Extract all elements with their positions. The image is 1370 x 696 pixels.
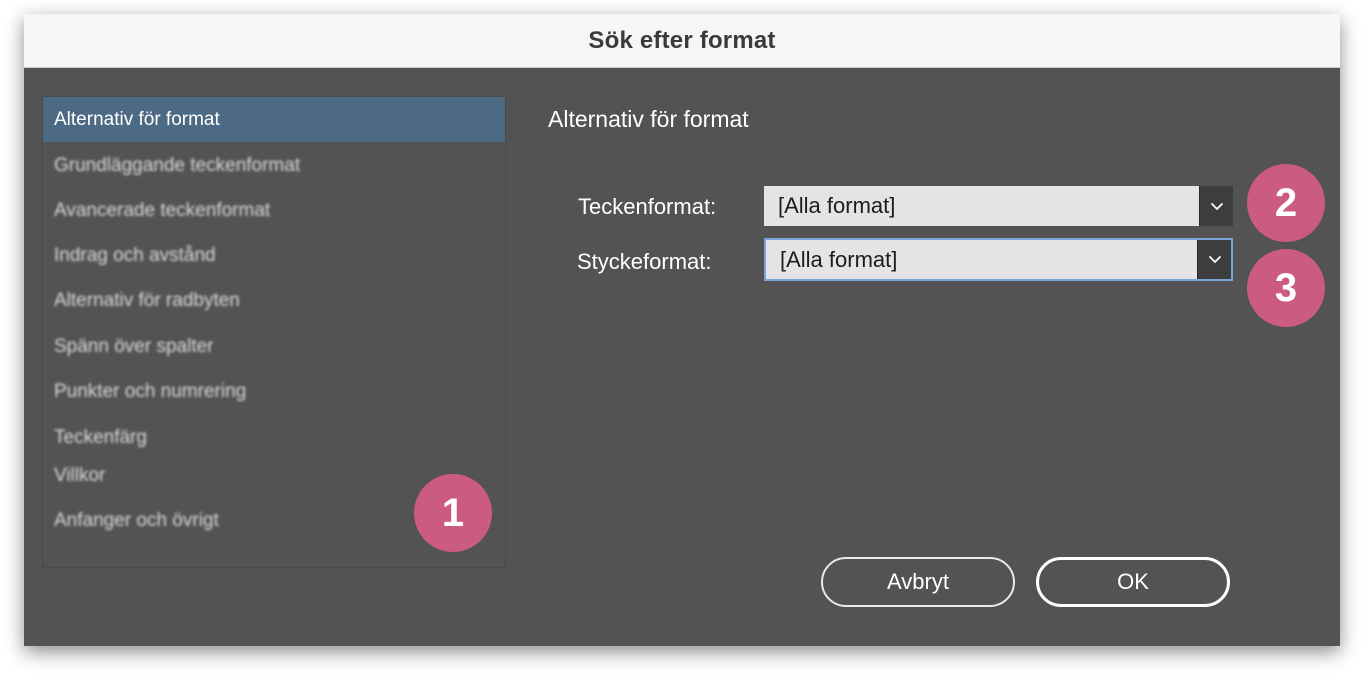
character-style-select[interactable]: [Alla format] bbox=[764, 186, 1233, 226]
ok-button[interactable]: OK bbox=[1036, 557, 1230, 607]
category-item-bullets-numbering[interactable]: Punkter och numrering bbox=[43, 369, 505, 414]
callout-badge-1: 1 bbox=[414, 474, 492, 552]
character-style-label: Teckenformat: bbox=[578, 194, 717, 219]
callout-badge-2: 2 bbox=[1247, 164, 1325, 242]
title-bar[interactable]: Sök efter format bbox=[24, 14, 1340, 68]
category-item-span-columns[interactable]: Spänn över spalter bbox=[43, 324, 505, 369]
paragraph-style-label: Styckeformat: bbox=[577, 249, 712, 274]
dialog-title: Sök efter format bbox=[588, 26, 776, 54]
paragraph-style-value: [Alla format] bbox=[780, 246, 898, 272]
section-heading: Alternativ för format bbox=[548, 106, 749, 132]
category-item-format-options[interactable]: Alternativ för format bbox=[43, 97, 505, 142]
category-item-advanced-character-formats[interactable]: Avancerade teckenformat bbox=[43, 188, 505, 233]
paragraph-style-select[interactable]: [Alla format] bbox=[764, 238, 1233, 281]
character-style-value: [Alla format] bbox=[778, 193, 896, 218]
chevron-down-icon[interactable] bbox=[1199, 186, 1233, 226]
cancel-button[interactable]: Avbryt bbox=[821, 557, 1015, 607]
category-item-basic-character-formats[interactable]: Grundläggande teckenformat bbox=[43, 143, 505, 188]
callout-badge-3: 3 bbox=[1247, 249, 1325, 327]
category-item-indents-spacing[interactable]: Indrag och avstånd bbox=[43, 233, 505, 278]
chevron-down-icon[interactable] bbox=[1197, 240, 1231, 279]
category-item-keep-options[interactable]: Alternativ för radbyten bbox=[43, 278, 505, 323]
find-format-dialog: Sök efter format Alternativ för format G… bbox=[24, 14, 1340, 646]
